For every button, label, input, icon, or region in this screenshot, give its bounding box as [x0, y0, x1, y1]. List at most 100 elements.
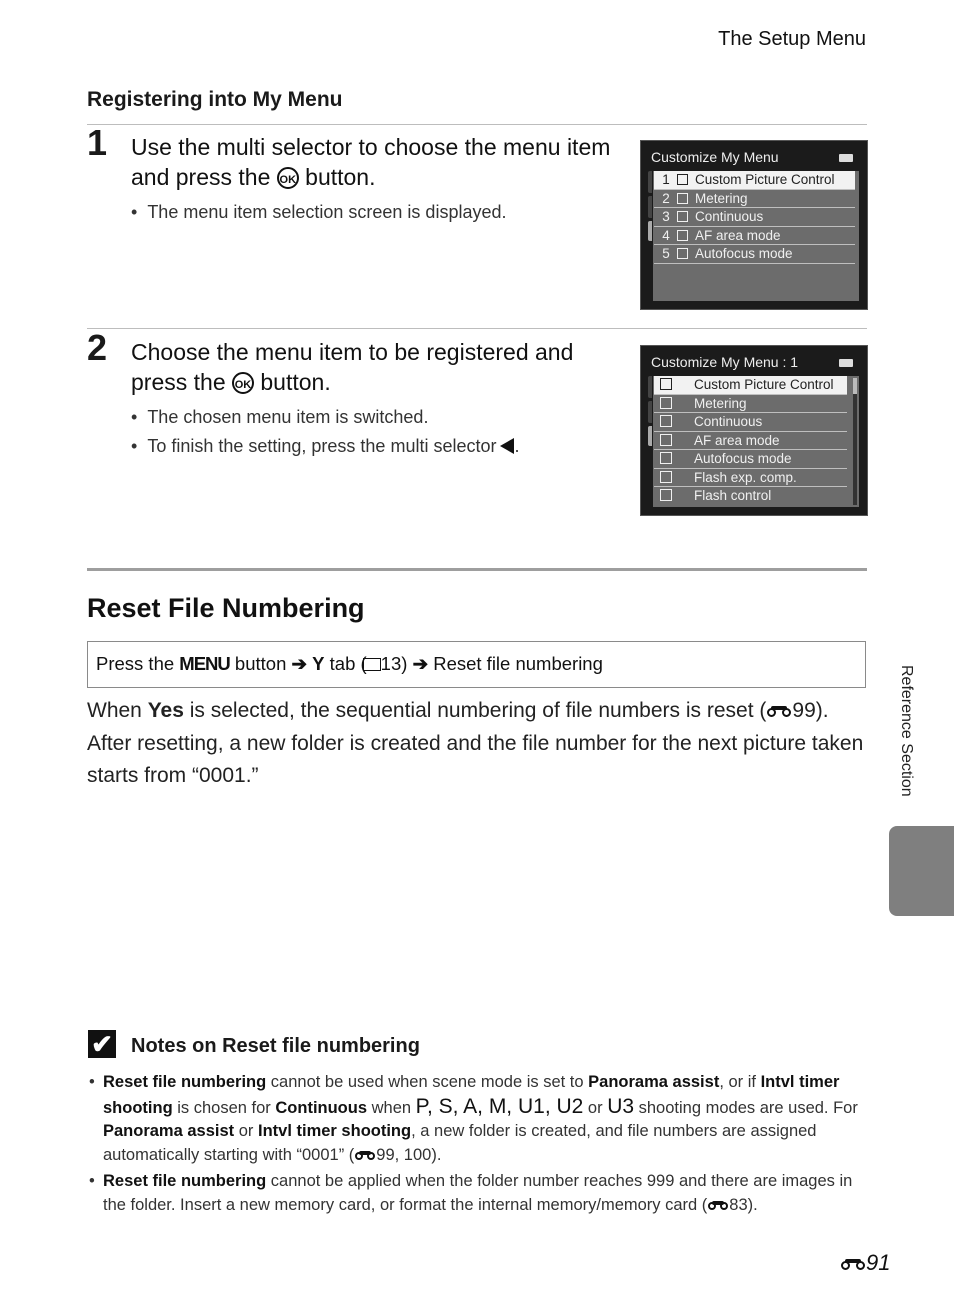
continuous-icon: [660, 415, 672, 427]
menu-item[interactable]: Flash control: [654, 487, 847, 505]
battery-icon: [839, 154, 853, 162]
screen-title-text: Customize My Menu : 1: [651, 354, 799, 370]
text: cannot be used when scene mode is set to: [266, 1073, 589, 1091]
menu-item-number: 3: [662, 209, 670, 224]
reference-icon: [355, 1150, 376, 1160]
checkmark-icon: ✔: [88, 1030, 116, 1058]
menu-item-label: Custom Picture Control: [694, 377, 834, 392]
menu-item-number: 5: [662, 246, 670, 261]
wrench-icon: Y: [312, 653, 325, 674]
custom-picture-control-icon: [677, 174, 688, 185]
page-number: 91: [840, 1250, 890, 1276]
divider: [87, 328, 867, 329]
path-target: Reset file numbering: [433, 653, 603, 674]
camera-screen-customize-my-menu: Customize My Menu 1 Custom Picture Contro…: [640, 140, 868, 310]
step-1-text-b: button.: [298, 164, 376, 190]
menu-item-label: Custom Picture Control: [695, 172, 835, 187]
text: is selected, the sequential numbering of…: [183, 699, 767, 722]
screen-title: Customize My Menu : 1: [641, 346, 867, 376]
af-area-mode-icon: [660, 433, 672, 446]
text: When: [87, 699, 148, 722]
menu-item-number: 1: [662, 172, 670, 187]
reference-icon: [708, 1200, 729, 1210]
menu-item-label: Flash exp. comp.: [694, 469, 797, 485]
reference-icon: [767, 705, 792, 717]
menu-item-label: Autofocus mode: [695, 246, 793, 261]
page-reference: 99).: [792, 699, 829, 722]
step-2-text-b: button.: [254, 369, 331, 395]
menu-item-label: Continuous: [694, 414, 763, 429]
reset-description: When Yes is selected, the sequential num…: [87, 695, 877, 793]
step-2-text: Choose the menu item to be registered an…: [131, 337, 611, 397]
step-number-2: 2: [87, 327, 108, 368]
text: or: [234, 1122, 258, 1140]
menu-item[interactable]: Continuous: [654, 413, 847, 432]
step-1-text: Use the multi selector to choose the men…: [131, 132, 611, 192]
arrow-right-icon: ➔: [291, 653, 308, 674]
autofocus-mode-icon: [660, 452, 672, 464]
menu-item[interactable]: Metering: [654, 395, 847, 413]
bold-term: Panorama assist: [103, 1122, 235, 1140]
menu-item-number: 4: [662, 227, 670, 243]
page-reference: 13): [380, 653, 408, 674]
path-text: Press the: [96, 653, 175, 674]
multi-selector-left-icon: [500, 438, 515, 454]
menu-item[interactable]: 1 Custom Picture Control: [654, 171, 855, 190]
menu-item[interactable]: 4 AF area mode: [654, 227, 855, 245]
menu-scrollbar[interactable]: [853, 378, 857, 505]
menu-item-label: Metering: [695, 190, 748, 206]
paragraph-1: When Yes is selected, the sequential num…: [87, 695, 877, 728]
page-number-text: 91: [866, 1250, 891, 1275]
yes-option: Yes: [147, 699, 184, 722]
menu-item[interactable]: Autofocus mode: [654, 450, 847, 469]
shooting-modes: P, S, A, M, U1, U2: [415, 1094, 584, 1118]
step-2-bullet-1: The chosen menu item is switched.: [131, 407, 428, 428]
menu-path-box: Press the MENU button ➔ Y tab (13) ➔ Res…: [87, 641, 866, 688]
ok-button-icon: OK: [232, 372, 254, 394]
bold-term: Intvl timer shooting: [258, 1122, 412, 1140]
step-2-bullet-2: To finish the setting, press the multi s…: [131, 436, 519, 457]
menu-item[interactable]: AF area mode: [654, 432, 847, 450]
bullet-icon: •: [89, 1073, 95, 1091]
menu-item[interactable]: Custom Picture Control: [654, 376, 847, 395]
scrollbar-thumb[interactable]: [853, 378, 857, 394]
notes-title: Notes on Reset file numbering: [131, 1035, 420, 1057]
note-2: • Reset file numbering cannot be applied…: [89, 1170, 873, 1217]
page-reference: 99, 100).: [376, 1145, 442, 1164]
text: shooting modes are used. For: [634, 1098, 858, 1117]
divider: [87, 124, 867, 125]
menu-item-label: Metering: [694, 395, 747, 411]
text: when: [367, 1098, 416, 1117]
menu-list: Custom Picture Control Metering Continuo…: [653, 376, 859, 507]
battery-icon: [839, 359, 853, 367]
section-header: The Setup Menu: [718, 28, 866, 50]
bold-term: Reset file numbering: [103, 1172, 267, 1190]
step-number-1: 1: [87, 122, 108, 163]
path-text: tab (: [329, 653, 367, 674]
text: is chosen for: [172, 1098, 276, 1117]
menu-item[interactable]: 3 Continuous: [654, 208, 855, 227]
text: , or if: [719, 1073, 761, 1091]
section-thumb-tab: [889, 826, 954, 916]
screen-title: Customize My Menu: [641, 141, 867, 171]
metering-icon: [660, 396, 672, 409]
bold-term: Continuous: [275, 1098, 368, 1117]
menu-item[interactable]: 2 Metering: [654, 190, 855, 208]
menu-item-number: 2: [662, 190, 670, 206]
text: or: [583, 1098, 608, 1117]
menu-item[interactable]: Flash exp. comp.: [654, 469, 847, 487]
menu-button-icon: MENU: [179, 653, 230, 674]
book-icon: [362, 658, 381, 671]
bullet-text: To finish the setting, press the multi s…: [147, 436, 497, 456]
reference-section-icon: [841, 1258, 865, 1270]
continuous-icon: [677, 211, 688, 222]
camera-screen-customize-my-menu-1: Customize My Menu : 1 Custom Picture Con…: [640, 345, 868, 516]
shooting-mode: U3: [607, 1094, 635, 1118]
menu-item-label: Autofocus mode: [694, 451, 792, 466]
menu-item-label: AF area mode: [694, 432, 780, 448]
registering-heading: Registering into My Menu: [87, 88, 343, 111]
menu-item[interactable]: 5 Autofocus mode: [654, 245, 855, 264]
screen-title-text: Customize My Menu: [651, 149, 779, 165]
menu-item-label: Continuous: [695, 209, 764, 224]
bold-term: Panorama assist: [588, 1073, 720, 1091]
